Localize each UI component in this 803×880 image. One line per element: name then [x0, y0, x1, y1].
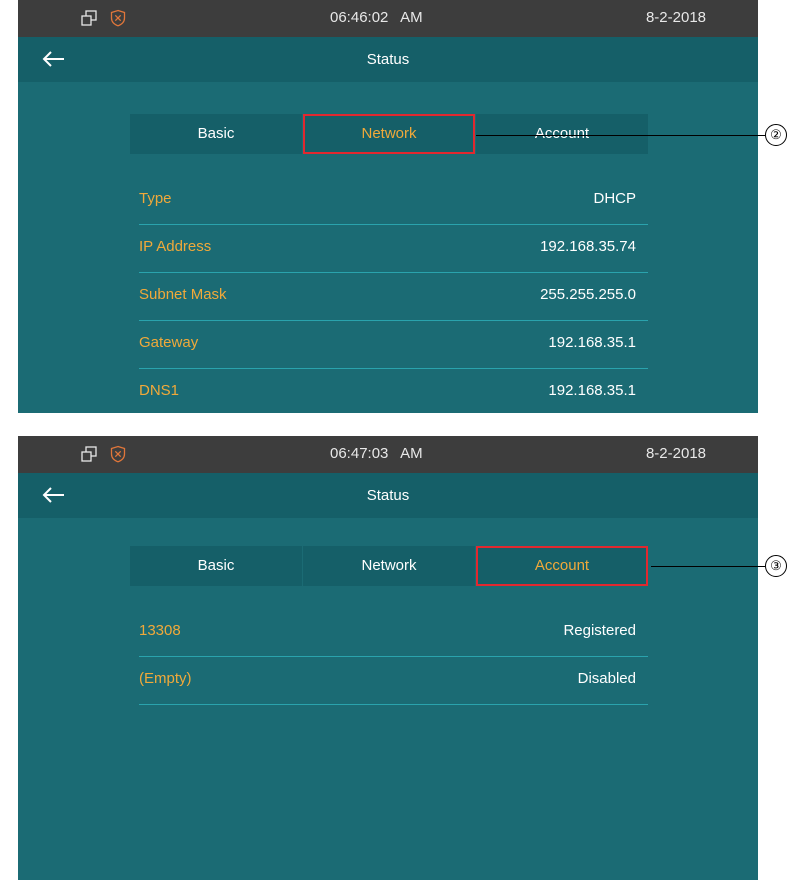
tab-network[interactable]: Network — [302, 114, 475, 154]
status-tabs: Basic Network Account — [130, 546, 648, 586]
list-item: DNS1 192.168.35.1 — [139, 369, 648, 413]
windows-icon — [81, 446, 97, 462]
clock-time: 06:47:03 AM — [330, 445, 423, 462]
callout-marker: ② — [765, 124, 787, 146]
status-bar: 06:47:03 AM 8-2-2018 — [18, 436, 758, 473]
row-label: (Empty) — [139, 670, 192, 687]
network-info-list: Type DHCP IP Address 192.168.35.74 Subne… — [139, 177, 648, 413]
tab-basic[interactable]: Basic — [130, 114, 302, 154]
list-item: Gateway 192.168.35.1 — [139, 321, 648, 369]
row-label: IP Address — [139, 238, 212, 255]
status-bar: 06:46:02 AM 8-2-2018 — [18, 0, 758, 37]
clock-date: 8-2-2018 — [645, 445, 706, 462]
row-label: Subnet Mask — [139, 286, 227, 303]
tab-account[interactable]: Account — [475, 114, 648, 154]
shield-icon — [110, 445, 126, 463]
page-title: Status — [366, 487, 410, 504]
clock-time: 06:46:02 AM — [330, 9, 423, 26]
list-item: Subnet Mask 255.255.255.0 — [139, 273, 648, 321]
callout-line — [651, 566, 765, 567]
row-label: 13308 — [139, 622, 181, 639]
row-value: 192.168.35.1 — [548, 382, 636, 399]
tab-basic[interactable]: Basic — [130, 546, 302, 586]
list-item: 13308 Registered — [139, 609, 648, 657]
windows-icon — [81, 10, 97, 26]
row-value: DHCP — [593, 190, 636, 207]
callout-line — [476, 135, 765, 136]
title-bar: Status — [18, 473, 758, 518]
row-value: Registered — [563, 622, 636, 639]
row-label: DNS1 — [139, 382, 180, 399]
tab-account[interactable]: Account — [475, 546, 648, 586]
account-info-list: 13308 Registered (Empty) Disabled — [139, 609, 648, 705]
tab-network[interactable]: Network — [302, 546, 475, 586]
row-value: 192.168.35.1 — [548, 334, 636, 351]
list-item: (Empty) Disabled — [139, 657, 648, 705]
status-screen-account: 06:47:03 AM 8-2-2018 Status Basic Networ… — [18, 436, 758, 880]
title-bar: Status — [18, 37, 758, 82]
status-screen-network: 06:46:02 AM 8-2-2018 Status Basic Networ… — [18, 0, 758, 413]
row-value: 192.168.35.74 — [540, 238, 636, 255]
row-value: 255.255.255.0 — [540, 286, 636, 303]
clock-date: 8-2-2018 — [645, 9, 706, 26]
row-value: Disabled — [577, 670, 636, 687]
callout-marker: ③ — [765, 555, 787, 577]
list-item: IP Address 192.168.35.74 — [139, 225, 648, 273]
shield-icon — [110, 9, 126, 27]
status-tabs: Basic Network Account — [130, 114, 648, 154]
row-label: Gateway — [139, 334, 199, 351]
list-item: Type DHCP — [139, 177, 648, 225]
row-label: Type — [139, 190, 172, 207]
page-title: Status — [366, 51, 410, 68]
